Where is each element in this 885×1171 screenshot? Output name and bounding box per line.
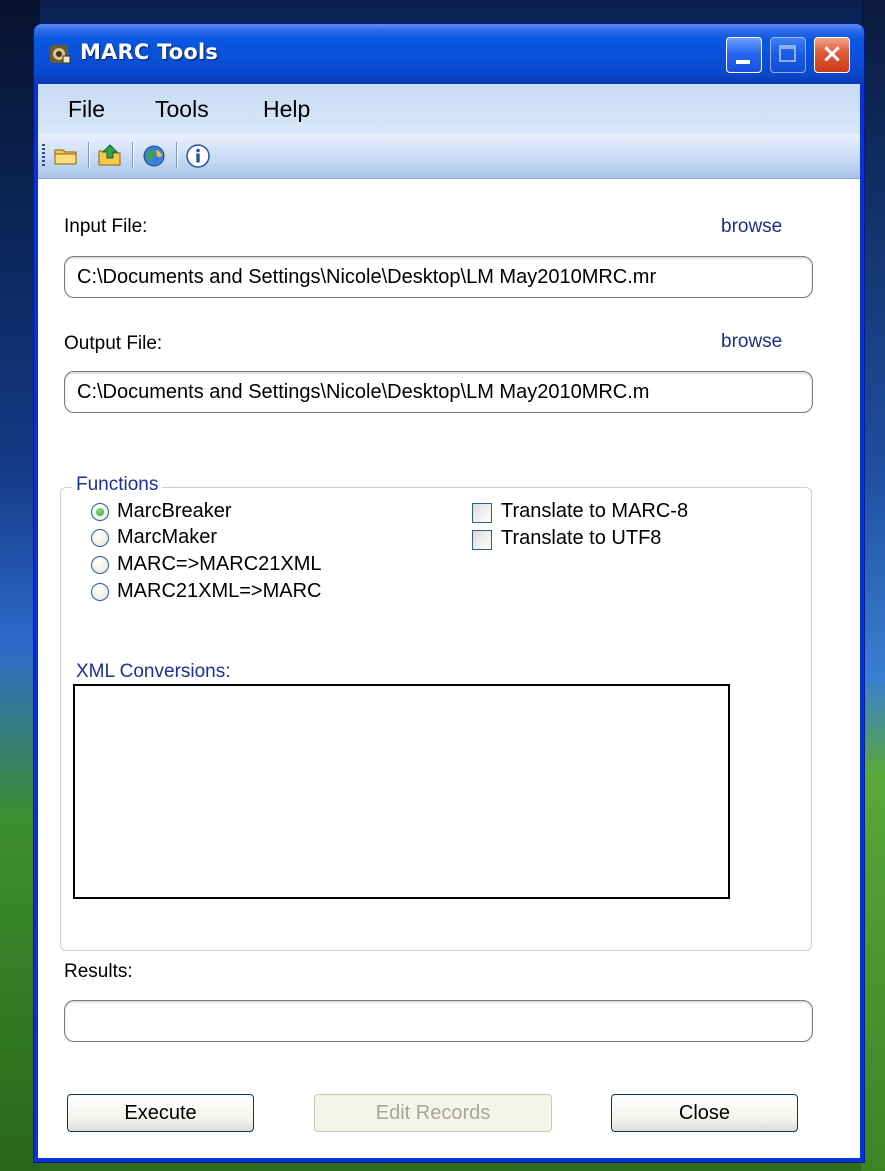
radio-label-marc-to-marc21xml[interactable]: MARC=>MARC21XML bbox=[117, 553, 322, 576]
input-browse-link[interactable]: browse bbox=[721, 216, 782, 238]
toolbar-separator bbox=[88, 142, 90, 168]
toolbar bbox=[38, 134, 860, 179]
close-button[interactable]: Close bbox=[611, 1094, 798, 1132]
radio-label-marc21xml-to-marc[interactable]: MARC21XML=>MARC bbox=[117, 580, 322, 603]
maximize-button[interactable] bbox=[770, 37, 806, 73]
toolbar-grip[interactable] bbox=[42, 144, 45, 168]
radio-marc-to-marc21xml[interactable] bbox=[91, 556, 109, 574]
results-label: Results: bbox=[64, 961, 133, 982]
input-file-field[interactable]: C:\Documents and Settings\Nicole\Desktop… bbox=[64, 256, 813, 298]
client-area: File Tools Help Input File: browse C:\Do… bbox=[38, 84, 860, 1158]
radio-marcmaker[interactable] bbox=[91, 529, 109, 547]
checkbox-label-translate-utf8[interactable]: Translate to UTF8 bbox=[501, 527, 661, 550]
radio-label-marcmaker[interactable]: MarcMaker bbox=[117, 526, 217, 549]
menu-tools[interactable]: Tools bbox=[155, 96, 209, 123]
input-file-label: Input File: bbox=[64, 216, 148, 237]
window-title: MARC Tools bbox=[80, 40, 219, 64]
checkbox-translate-utf8[interactable] bbox=[472, 530, 492, 550]
radio-marc21xml-to-marc[interactable] bbox=[91, 583, 109, 601]
open-folder-icon[interactable] bbox=[52, 142, 80, 170]
menu-bar: File Tools Help bbox=[38, 84, 860, 134]
info-icon[interactable] bbox=[184, 142, 212, 170]
checkbox-label-translate-marc8[interactable]: Translate to MARC-8 bbox=[501, 500, 688, 523]
xml-conversions-list[interactable] bbox=[73, 684, 730, 899]
checkbox-translate-marc8[interactable] bbox=[472, 503, 492, 523]
web-icon[interactable] bbox=[140, 142, 168, 170]
output-file-label: Output File: bbox=[64, 333, 163, 354]
save-icon[interactable] bbox=[96, 142, 124, 170]
menu-file[interactable]: File bbox=[68, 96, 105, 123]
menu-help[interactable]: Help bbox=[263, 96, 310, 123]
minimize-button[interactable] bbox=[726, 37, 762, 73]
execute-button[interactable]: Execute bbox=[67, 1094, 254, 1132]
radio-marcbreaker[interactable] bbox=[91, 503, 109, 521]
toolbar-separator bbox=[176, 142, 178, 168]
toolbar-separator bbox=[132, 142, 134, 168]
close-window-button[interactable]: × bbox=[814, 37, 850, 73]
app-icon bbox=[50, 45, 71, 64]
output-file-field[interactable]: C:\Documents and Settings\Nicole\Desktop… bbox=[64, 371, 813, 413]
radio-label-marcbreaker[interactable]: MarcBreaker bbox=[117, 500, 231, 523]
output-browse-link[interactable]: browse bbox=[721, 331, 782, 353]
marc-tools-window: MARC Tools × File Tools Help Input File:… bbox=[33, 23, 865, 1163]
title-bar[interactable]: MARC Tools × bbox=[34, 24, 864, 84]
results-field[interactable] bbox=[64, 1000, 813, 1042]
functions-title: Functions bbox=[72, 474, 163, 496]
close-icon: × bbox=[821, 39, 843, 69]
xml-conversions-label: XML Conversions: bbox=[76, 661, 231, 682]
edit-records-button: Edit Records bbox=[314, 1094, 552, 1132]
